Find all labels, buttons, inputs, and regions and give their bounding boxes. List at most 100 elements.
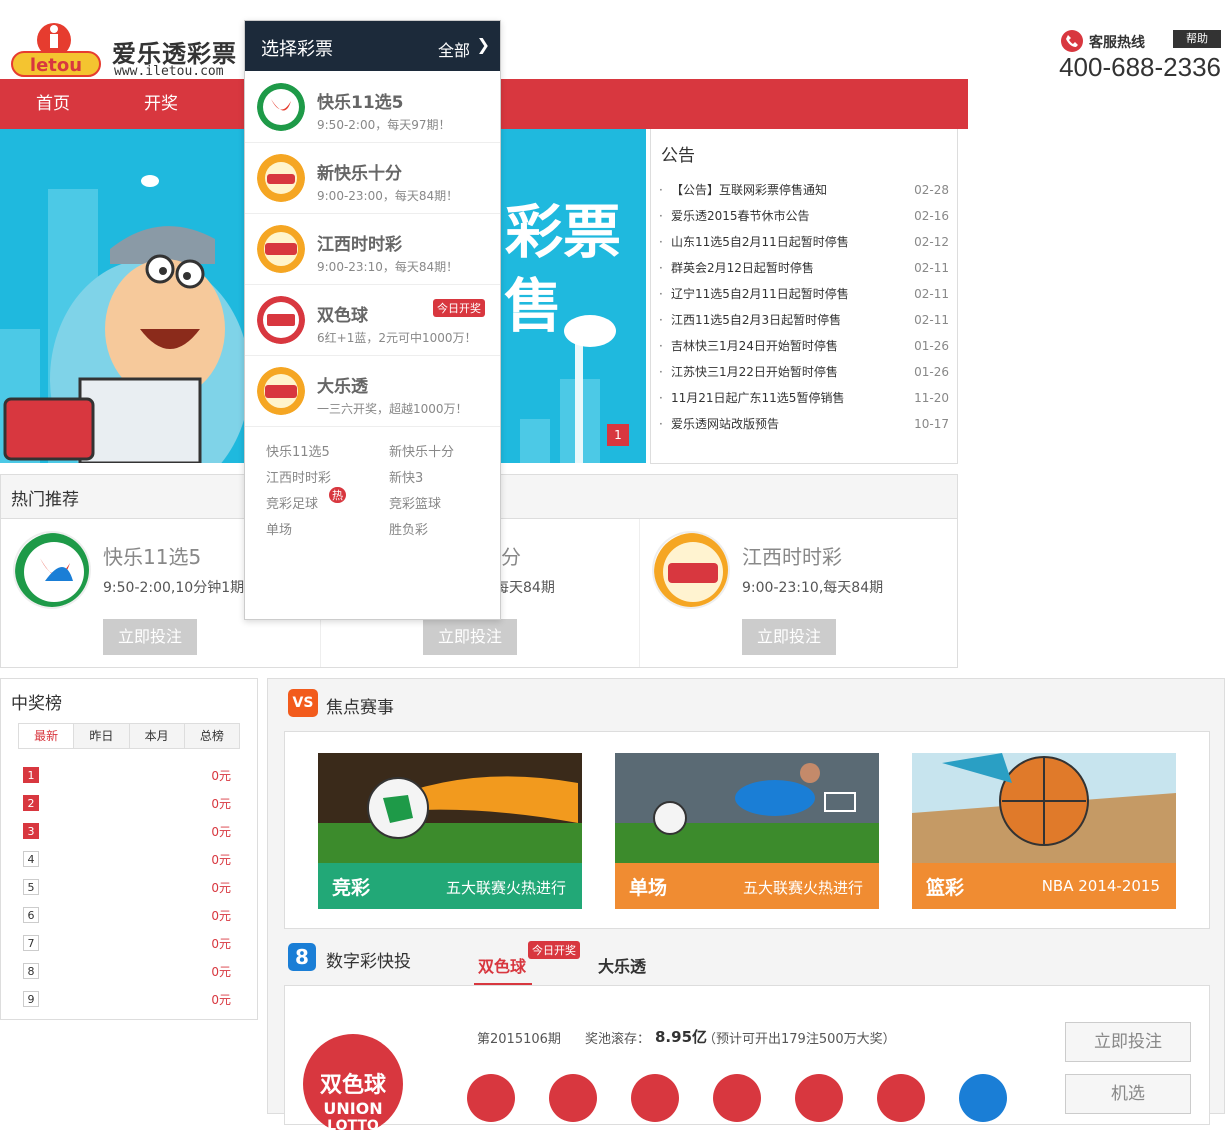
announcement-item[interactable]: 江西11选5自2月3日起暂时停售02-11 — [659, 307, 949, 333]
svg-text:双色球: 双色球 — [320, 1072, 387, 1098]
quick-link[interactable]: 竞彩篮球 — [389, 493, 441, 512]
banner-page-indicator[interactable]: 1 — [607, 424, 629, 446]
svg-text:LOTTO: LOTTO — [327, 1118, 379, 1130]
red-ball[interactable] — [467, 1074, 515, 1122]
ranking-row: 1 0元 — [23, 767, 231, 785]
lottery-selector-header[interactable]: 选择彩票 全部 ❯ — [245, 21, 500, 71]
basketball-image — [912, 753, 1176, 863]
match-type: 篮彩 — [926, 877, 965, 899]
red-ball[interactable] — [795, 1074, 843, 1122]
issue-number: 第2015106期 — [477, 1032, 561, 1047]
lottery-option-desc: 9:00-23:10，每天84期！ — [317, 260, 459, 274]
lottery-option-name: 大乐透 — [317, 377, 368, 397]
bet-now-button[interactable]: 立即投注 — [103, 619, 197, 655]
announcement-item[interactable]: 群英会2月12日起暂时停售02-11 — [659, 255, 949, 281]
match-card-danchang[interactable]: 单场 五大联赛火热进行 — [615, 753, 879, 909]
hot-badge: 热 — [329, 487, 346, 503]
lottery-option-desc: 一三六开奖，超越1000万！ — [317, 402, 468, 416]
jxssc-icon — [257, 225, 305, 273]
customer-hotline: 客服热线 帮助 400-688-2336 — [1041, 30, 1221, 90]
help-button[interactable]: 帮助 — [1173, 30, 1221, 48]
ssq-quick-bet: 双色球 UNION LOTTO 第2015106期 奖池滚存： 8.95亿 （预… — [284, 985, 1210, 1130]
tab-dlt[interactable]: 大乐透 — [598, 953, 646, 977]
lottery-option-name: 江西时时彩 — [317, 235, 402, 255]
announcement-item[interactable]: 【公告】互联网彩票停售通知02-28 — [659, 177, 949, 203]
random-pick-button[interactable]: 机选 — [1065, 1074, 1191, 1114]
announcement-item[interactable]: 吉林快三1月24日开始暂时停售01-26 — [659, 333, 949, 359]
vs-icon: VS — [288, 689, 318, 717]
quick-link[interactable]: 竞彩足球 — [266, 493, 318, 512]
match-type: 竞彩 — [332, 877, 371, 899]
lottery-option-dlt[interactable]: 大乐透 一三六开奖，超越1000万！ — [245, 356, 500, 427]
tab-latest[interactable]: 最新 — [19, 724, 75, 748]
bet-now-button[interactable]: 立即投注 — [1065, 1022, 1191, 1062]
svg-text:UNION: UNION — [323, 1099, 382, 1118]
red-ball[interactable] — [549, 1074, 597, 1122]
digit-lottery-title: 数字彩快投 — [326, 952, 411, 972]
hot-card-time: 9:50-2:00,10分钟1期 — [103, 580, 245, 596]
tab-month[interactable]: 本月 — [129, 724, 185, 748]
announcement-item[interactable]: 爱乐透2015春节休市公告02-16 — [659, 203, 949, 229]
match-card-lancai[interactable]: 篮彩 NBA 2014-2015 — [912, 753, 1176, 909]
red-ball[interactable] — [713, 1074, 761, 1122]
bet-now-button[interactable]: 立即投注 — [742, 619, 836, 655]
quick-link[interactable]: 单场 — [266, 519, 292, 538]
jackpot-label: 奖池滚存： — [585, 1032, 651, 1047]
quick-link[interactable]: 快乐11选5 — [266, 441, 330, 460]
kl11x5-logo-icon — [13, 531, 91, 609]
blue-ball[interactable] — [959, 1074, 1007, 1122]
lottery-option-ssq[interactable]: 双色球 6红+1蓝，2元可中1000万！ 今日开奖 — [245, 285, 500, 356]
lottery-selector-title: 选择彩票 — [261, 39, 333, 60]
lottery-selector-dropdown: 选择彩票 全部 ❯ 快乐11选5 9:50-2:00，每天97期！ 新快乐十分 … — [244, 20, 501, 620]
banner-headline-1: 彩票 — [505, 198, 622, 266]
match-card-jingcai[interactable]: 竞彩 五大联赛火热进行 — [318, 753, 582, 909]
tab-total[interactable]: 总榜 — [184, 724, 239, 748]
match-sub: 五大联赛火热进行 — [742, 879, 863, 897]
ranking-row: 5 0元 — [23, 879, 231, 897]
red-ball[interactable] — [631, 1074, 679, 1122]
xkl10f-icon — [257, 154, 305, 202]
bet-now-button[interactable]: 立即投注 — [423, 619, 517, 655]
match-cards: 竞彩 五大联赛火热进行 单场 五大联赛火热进行 篮彩 NBA 2014-2015 — [284, 731, 1210, 929]
lottery-option-xkl10f[interactable]: 新快乐十分 9:00-23:00，每天84期！ — [245, 143, 500, 214]
announcement-item[interactable]: 江苏快三1月22日开始暂时停售01-26 — [659, 359, 949, 385]
ranking-tabs: 最新 昨日 本月 总榜 — [18, 723, 240, 749]
kl11x5-icon — [257, 83, 305, 131]
ssq-logo-icon: 双色球 UNION LOTTO — [303, 1034, 403, 1130]
ssq-icon — [257, 296, 305, 344]
tab-yesterday[interactable]: 昨日 — [74, 724, 130, 748]
announcement-panel: 公告 【公告】互联网彩票停售通知02-28 爱乐透2015春节休市公告02-16… — [650, 129, 958, 464]
announcement-item[interactable]: 11月21日起广东11选5暂停销售11-20 — [659, 385, 949, 411]
announcement-title: 公告 — [661, 146, 695, 166]
nav-lottery-results[interactable]: 开奖 — [144, 79, 178, 129]
site-logo[interactable]: letou 爱乐透彩票 www.iletou.com — [8, 18, 243, 80]
hot-card-name: 江西时时彩 — [742, 545, 842, 569]
hot-card-name: 快乐11选5 — [103, 545, 202, 569]
match-type: 单场 — [629, 877, 668, 899]
letou-mascot-logo: letou — [11, 23, 101, 77]
nav-home[interactable]: 首页 — [36, 79, 70, 129]
lottery-option-desc: 9:00-23:00，每天84期！ — [317, 189, 459, 203]
soccer-ball-fire-image — [318, 753, 582, 863]
match-card-bar: 篮彩 NBA 2014-2015 — [912, 863, 1176, 909]
svg-text:letou: letou — [30, 55, 82, 76]
ranking-row: 6 0元 — [23, 907, 231, 925]
lottery-option-desc: 9:50-2:00，每天97期！ — [317, 118, 451, 132]
soccer-player-slide-image — [615, 753, 879, 863]
announcement-item[interactable]: 辽宁11选5自2月11日起暂时停售02-11 — [659, 281, 949, 307]
banner-headline-2: 售 — [504, 272, 563, 340]
winners-ranking-title: 中奖榜 — [11, 694, 62, 714]
quick-link[interactable]: 新快乐十分 — [389, 441, 454, 460]
announcement-item[interactable]: 爱乐透网站改版预告10-17 — [659, 411, 949, 437]
tab-ssq[interactable]: 双色球 — [478, 953, 526, 977]
lottery-option-kl11x5[interactable]: 快乐11选5 9:50-2:00，每天97期！ — [245, 72, 500, 143]
announcement-item[interactable]: 山东11选5自2月11日起暂时停售02-12 — [659, 229, 949, 255]
red-ball[interactable] — [877, 1074, 925, 1122]
lottery-option-jxssc[interactable]: 江西时时彩 9:00-23:10，每天84期！ — [245, 214, 500, 285]
quick-link[interactable]: 胜负彩 — [389, 519, 428, 538]
jackpot-value: 8.95亿 — [655, 1028, 708, 1046]
quick-link[interactable]: 新快3 — [389, 467, 423, 486]
ranking-row: 3 0元 — [23, 823, 231, 841]
lottery-option-name: 新快乐十分 — [317, 164, 402, 184]
quick-link[interactable]: 江西时时彩 — [266, 467, 331, 486]
